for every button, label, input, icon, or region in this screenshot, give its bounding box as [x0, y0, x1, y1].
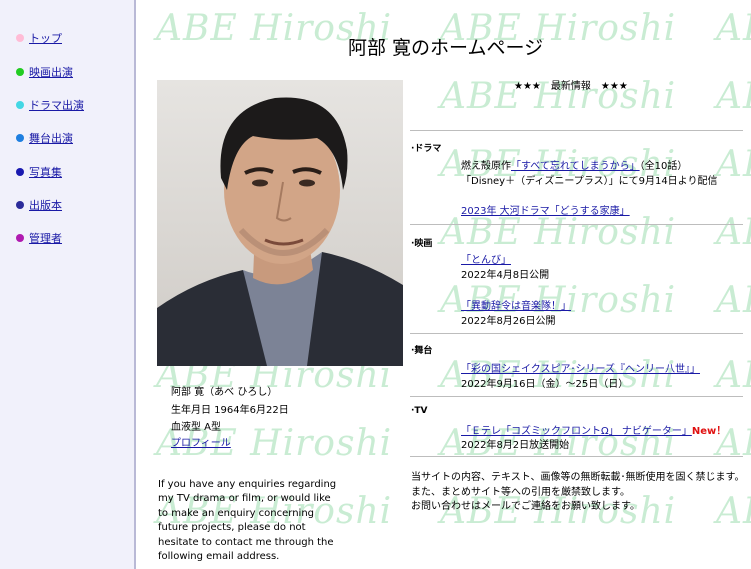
divider — [410, 130, 743, 131]
sidebar-link-movies[interactable]: 映画出演 — [29, 64, 73, 80]
news-link-movie-1[interactable]: 「とんび」 — [461, 255, 511, 266]
news-item-movie-1-date: 2022年4月8日公開 — [461, 270, 550, 281]
sidebar-item-admin[interactable]: 管理者 — [16, 229, 62, 247]
sidebar-link-top[interactable]: トップ — [29, 30, 62, 46]
news-item-drama-1-detail: 「Disney＋（ディズニープラス）」にて9月14日より配信 — [461, 176, 718, 187]
news-link-drama-2[interactable]: 2023年 大河ドラマ「どうする家康」 — [461, 206, 630, 217]
portrait-photo — [157, 80, 403, 366]
sidebar-link-stage[interactable]: 舞台出演 — [29, 130, 73, 146]
profile-link[interactable]: プロフィール — [171, 438, 231, 449]
watermark: ABE Hiroshi — [716, 144, 751, 185]
watermark: ABE Hiroshi — [716, 212, 751, 253]
news-item-movie-1: 「とんび」 — [461, 251, 511, 266]
sidebar-item-stage[interactable]: 舞台出演 — [16, 129, 73, 147]
news-category-drama: ·ドラマ — [411, 144, 442, 154]
profile-name: 阿部 寛（あべ ひろし） — [171, 387, 278, 398]
news-link-movie-2[interactable]: 「異動辞令は音楽隊！」 — [461, 301, 571, 312]
sidebar-item-dramas[interactable]: ドラマ出演 — [16, 96, 84, 114]
main-content: ABE Hiroshi ABE Hiroshi ABE Hiroshi ABE … — [138, 0, 751, 569]
divider — [410, 396, 743, 397]
profile-birthday: 生年月日 1964年6月22日 — [171, 405, 289, 416]
news-item-stage-1-date: 2022年9月16日（金）～25日（日） — [461, 379, 629, 390]
watermark: ABE Hiroshi — [716, 8, 751, 49]
news-category-stage: ·舞台 — [411, 346, 433, 356]
bullet-icon — [16, 201, 24, 209]
bullet-icon — [16, 134, 24, 142]
divider — [410, 333, 743, 334]
news-category-movie: ·映画 — [411, 239, 433, 249]
news-item-drama-2: 2023年 大河ドラマ「どうする家康」 — [461, 202, 630, 217]
sidebar-item-photobooks[interactable]: 写真集 — [16, 163, 62, 181]
news-text: 燃え殻原作 — [461, 161, 511, 172]
new-badge: New！ — [691, 426, 727, 437]
bullet-icon — [16, 234, 24, 242]
news-category-tv: ·TV — [411, 406, 428, 416]
notice-line-1: 当サイトの内容、テキスト、画像等の無断転載･無断使用を固く禁じます。 — [411, 472, 745, 483]
sidebar-link-photobooks[interactable]: 写真集 — [29, 164, 62, 180]
bullet-icon — [16, 101, 24, 109]
watermark: ABE Hiroshi — [716, 491, 751, 532]
sidebar-item-top[interactable]: トップ — [16, 29, 62, 47]
bullet-icon — [16, 68, 24, 76]
bullet-icon — [16, 168, 24, 176]
notice-line-2: また、まとめサイト等への引用を厳禁致します。 — [411, 487, 630, 498]
news-item-drama-1: 燃え殻原作「すべて忘れてしまうから」（全10話） — [461, 157, 687, 172]
enquiry-text: If you have any enquiries regarding my T… — [158, 479, 337, 563]
watermark: ABE Hiroshi — [716, 355, 751, 396]
watermark: ABE Hiroshi — [440, 212, 677, 253]
sidebar-link-dramas[interactable]: ドラマ出演 — [29, 97, 84, 113]
sidebar-item-books[interactable]: 出版本 — [16, 196, 62, 214]
watermark: ABE Hiroshi — [716, 280, 751, 321]
news-item-stage-1: 「彩の国シェイクスピア･シリーズ『ヘンリー八世』」 — [461, 360, 700, 375]
sidebar: トップ 映画出演 ドラマ出演 舞台出演 写真集 出版本 管理者 — [0, 0, 136, 569]
sidebar-link-admin[interactable]: 管理者 — [29, 230, 62, 246]
bullet-icon — [16, 34, 24, 42]
news-item-movie-2-date: 2022年8月26日公開 — [461, 316, 556, 327]
divider — [410, 456, 743, 457]
page-title: 阿部 寛のホームページ — [348, 37, 544, 59]
watermark: ABE Hiroshi — [716, 76, 751, 117]
sidebar-item-movies[interactable]: 映画出演 — [16, 63, 73, 81]
news-header: ★★★ 最新情報 ★★★ — [514, 81, 628, 92]
news-item-movie-2: 「異動辞令は音楽隊！」 — [461, 297, 571, 312]
news-item-tv-1-date: 2022年8月2日放送開始 — [461, 440, 570, 451]
news-link-stage-1[interactable]: 「彩の国シェイクスピア･シリーズ『ヘンリー八世』」 — [461, 364, 700, 375]
news-item-tv-1: 「Ｅテレ「コズミックフロントΩ」 ナビゲーター」New！ — [461, 422, 726, 437]
portrait-illustration — [157, 80, 403, 366]
notice-line-3: お問い合わせはメールでご連絡をお願い致します。 — [411, 501, 640, 512]
sidebar-link-books[interactable]: 出版本 — [29, 197, 62, 213]
news-link-drama-1[interactable]: 「すべて忘れてしまうから」 — [511, 161, 640, 172]
divider — [410, 224, 743, 225]
profile-link-wrapper: プロフィール — [171, 434, 231, 449]
profile-blood-type: 血液型 A型 — [171, 422, 222, 433]
news-text: （全10話） — [639, 161, 688, 172]
